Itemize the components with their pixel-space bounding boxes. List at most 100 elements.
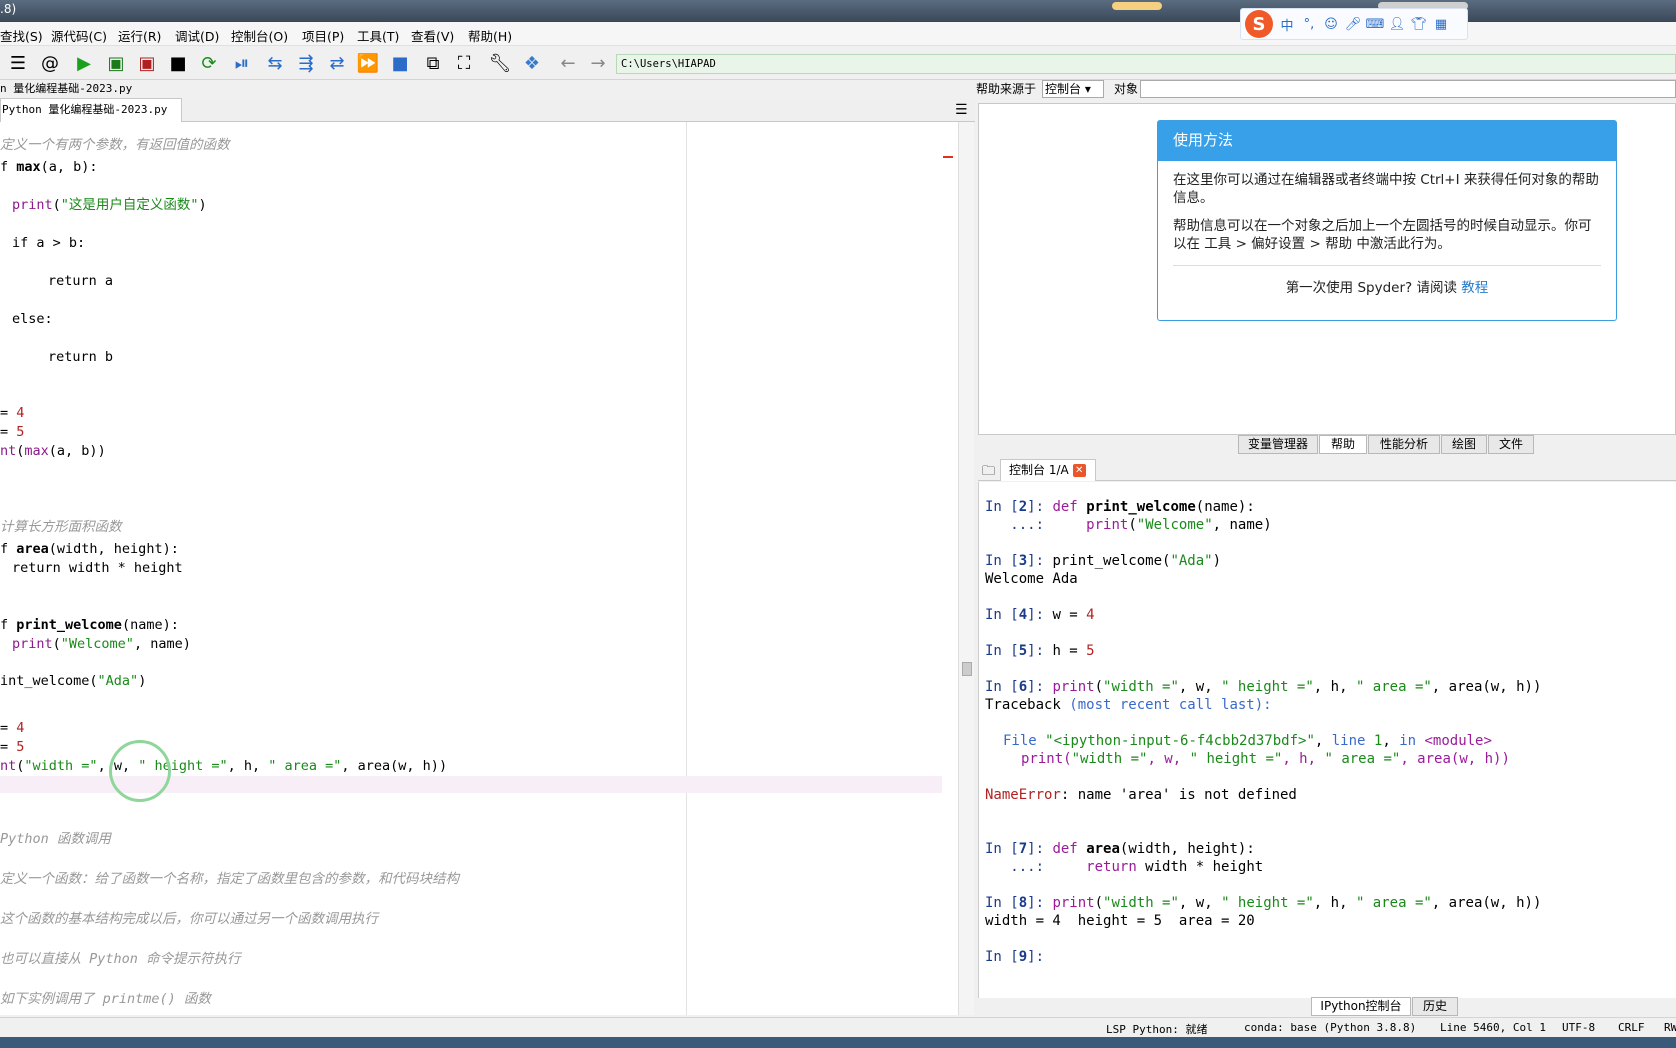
console-line: In [2]: def print_welcome(name): — [985, 499, 1255, 515]
code-line: = 5 — [0, 739, 25, 755]
console-line: width = 4 height = 5 area = 20 — [985, 913, 1255, 929]
code-line: f max(a, b): — [0, 159, 98, 175]
menu-run[interactable]: 运行(R) — [118, 26, 161, 45]
code-line: return width * height — [12, 560, 183, 576]
tab-variable-explorer[interactable]: 变量管理器 — [1238, 435, 1318, 454]
folder-icon[interactable]: 🗀 — [982, 462, 995, 484]
console-line: NameError: name 'area' is not defined — [985, 787, 1297, 803]
sogou-logo-icon[interactable]: S — [1245, 10, 1273, 38]
menu-tools[interactable]: 工具(T) — [357, 26, 399, 45]
main-toolbar: ☰ @ ▶ ▣ ▣ ■ ⟳ ⏯ ⇆ ⇶ ⇄ ⏩ ■ ⧉ ⛶ 🔧︎ ❖ ← → C… — [0, 46, 1676, 80]
menu-help[interactable]: 帮助(H) — [468, 26, 512, 45]
run-cell-icon[interactable]: ▣ — [104, 51, 128, 75]
editor-tab-label: Python 量化编程基础-2023.py — [2, 103, 168, 116]
console-line: Traceback (most recent call last): — [985, 697, 1272, 713]
tab-files[interactable]: 文件 — [1488, 435, 1534, 454]
console-prompt[interactable]: In [9]: — [985, 948, 1044, 966]
fullscreen-icon[interactable]: ⛶ — [452, 51, 476, 75]
help-pane: 使用方法 在这里你可以通过在编辑器或者终端中按 Ctrl+I 来获得任何对象的帮… — [978, 103, 1676, 435]
working-directory-input[interactable]: C:\Users\HIAPAD — [616, 54, 1676, 74]
menu-console[interactable]: 控制台(O) — [231, 26, 288, 45]
editor-tab-bar: Python 量化编程基础-2023.py✕ ☰ — [0, 98, 975, 139]
help-source-select[interactable]: 控制台 ▾ — [1042, 80, 1104, 98]
microphone-icon[interactable]: 🎤︎ — [1345, 16, 1362, 32]
forward-icon[interactable]: → — [586, 51, 610, 75]
code-line: else: — [12, 311, 53, 327]
conda-env-status: conda: base (Python 3.8.8) — [1244, 1021, 1417, 1034]
continue-icon[interactable]: ⏩ — [356, 51, 380, 75]
usage-footer: 第一次使用 Spyder? 请阅读 教程 — [1285, 280, 1489, 296]
menu-source[interactable]: 源代码(C) — [51, 26, 107, 45]
menu-view[interactable]: 查看(V) — [411, 26, 454, 45]
rerun-icon[interactable]: ⟳ — [197, 51, 221, 75]
code-line: 这个函数的基本结构完成以后，你可以通过另一个函数调用执行 — [0, 911, 378, 927]
code-line: = 4 — [0, 405, 25, 421]
tab-plots[interactable]: 绘图 — [1441, 435, 1487, 454]
step-into-icon[interactable]: ⇶ — [294, 51, 318, 75]
console-bottom-tabs: IPython控制台 历史 — [1311, 997, 1511, 1017]
code-editor[interactable]: 定义一个有两个参数，有返回值的函数 f max(a, b): print("这是… — [0, 122, 958, 1015]
menu-project[interactable]: 项目(P) — [302, 26, 344, 45]
tutorial-link[interactable]: 教程 — [1461, 280, 1488, 296]
code-line: Python 函数调用 — [0, 831, 111, 847]
tab-ipython-console[interactable]: IPython控制台 — [1311, 997, 1411, 1016]
right-pane-tabs: 变量管理器 帮助 性能分析 绘图 文件 — [978, 435, 1676, 455]
editor-file-path: n 量化编程基础-2023.py — [0, 82, 133, 95]
run-selection-icon[interactable]: ■ — [166, 51, 190, 75]
run-cell-advance-icon[interactable]: ▣ — [135, 51, 159, 75]
editor-scrollbar[interactable] — [943, 122, 974, 1015]
ipython-console[interactable]: In [2]: def print_welcome(name): ...: pr… — [978, 482, 1676, 998]
code-line: int_welcome("Ada") — [0, 673, 147, 689]
outline-icon[interactable]: ☰ — [6, 51, 30, 75]
usage-title: 使用方法 — [1158, 121, 1616, 161]
lsp-status: LSP Python: 就绪 — [1106, 1023, 1208, 1036]
tab-profiler[interactable]: 性能分析 — [1368, 435, 1440, 454]
step-icon[interactable]: ⇆ — [263, 51, 287, 75]
editor-tab[interactable]: Python 量化编程基础-2023.py✕ — [0, 98, 182, 139]
menu-debug[interactable]: 调试(D) — [175, 26, 219, 45]
stop-icon[interactable]: ■ — [388, 51, 412, 75]
debug-icon[interactable]: ⏯ — [230, 51, 254, 75]
help-source-label: 帮助来源于 — [976, 82, 1037, 96]
usage-paragraph: 帮助信息可以在一个对象之后加上一个左圆括号的时候自动显示。你可以在 工具 > 偏… — [1173, 218, 1592, 252]
step-return-icon[interactable]: ⇄ — [325, 51, 349, 75]
preferences-icon[interactable]: 🔧︎ — [488, 51, 512, 75]
scrollbar-thumb[interactable] — [962, 662, 972, 676]
cursor-position: Line 5460, Col 1 — [1440, 1021, 1546, 1034]
code-line: nt(max(a, b)) — [0, 443, 106, 459]
keyboard-icon[interactable]: ⌨ — [1366, 16, 1385, 32]
usage-paragraph: 在这里你可以通过在编辑器或者终端中按 Ctrl+I 来获得任何对象的帮助信息。 — [1173, 172, 1599, 206]
tab-help[interactable]: 帮助 — [1319, 435, 1367, 454]
window-title: .8) — [0, 2, 17, 16]
menu-search[interactable]: 查找(S) — [0, 26, 43, 45]
help-object-input[interactable] — [1140, 80, 1676, 98]
ime-lang-toggle[interactable]: 中 — [1279, 16, 1295, 34]
console-line: In [8]: print("width =", w, " height =",… — [985, 895, 1542, 911]
run-icon[interactable]: ▶ — [72, 51, 96, 75]
punctuation-icon[interactable]: °, — [1301, 16, 1317, 32]
console-line: ...: return width * height — [985, 859, 1264, 875]
toolbox-icon[interactable]: ▦ — [1433, 16, 1449, 32]
code-line: nt("width =", w, " height =", h, " area … — [0, 758, 448, 774]
console-line: ...: print("Welcome", name) — [985, 517, 1272, 533]
console-tab[interactable]: 控制台 1/A ✕ — [1000, 459, 1096, 481]
at-icon[interactable]: @ — [38, 51, 62, 75]
code-line: = 5 — [0, 424, 25, 440]
os-taskbar — [0, 1037, 1676, 1048]
code-line: 定义一个函数：给了函数一个名称，指定了函数里包含的参数，和代码块结构 — [0, 871, 459, 887]
help-object-label: 对象 — [1114, 82, 1139, 96]
close-icon[interactable]: ✕ — [1072, 464, 1086, 477]
user-icon[interactable]: 👤︎ — [1389, 16, 1406, 32]
line-length-guide — [686, 122, 687, 1015]
code-line: 定义一个有两个参数，有返回值的函数 — [0, 137, 230, 153]
console-line: In [5]: h = 5 — [985, 643, 1095, 659]
code-line: return a — [48, 273, 114, 289]
emoji-icon[interactable]: ☺ — [1323, 16, 1339, 32]
maximize-pane-icon[interactable]: ⧉ — [421, 51, 445, 75]
back-icon[interactable]: ← — [556, 51, 580, 75]
editor-options-icon[interactable]: ☰ — [955, 102, 968, 118]
skin-icon[interactable]: 👕︎ — [1411, 16, 1428, 32]
code-line: 也可以直接从 Python 命令提示符执行 — [0, 951, 241, 967]
python-path-icon[interactable]: ❖ — [520, 51, 544, 75]
tab-history[interactable]: 历史 — [1412, 997, 1458, 1016]
